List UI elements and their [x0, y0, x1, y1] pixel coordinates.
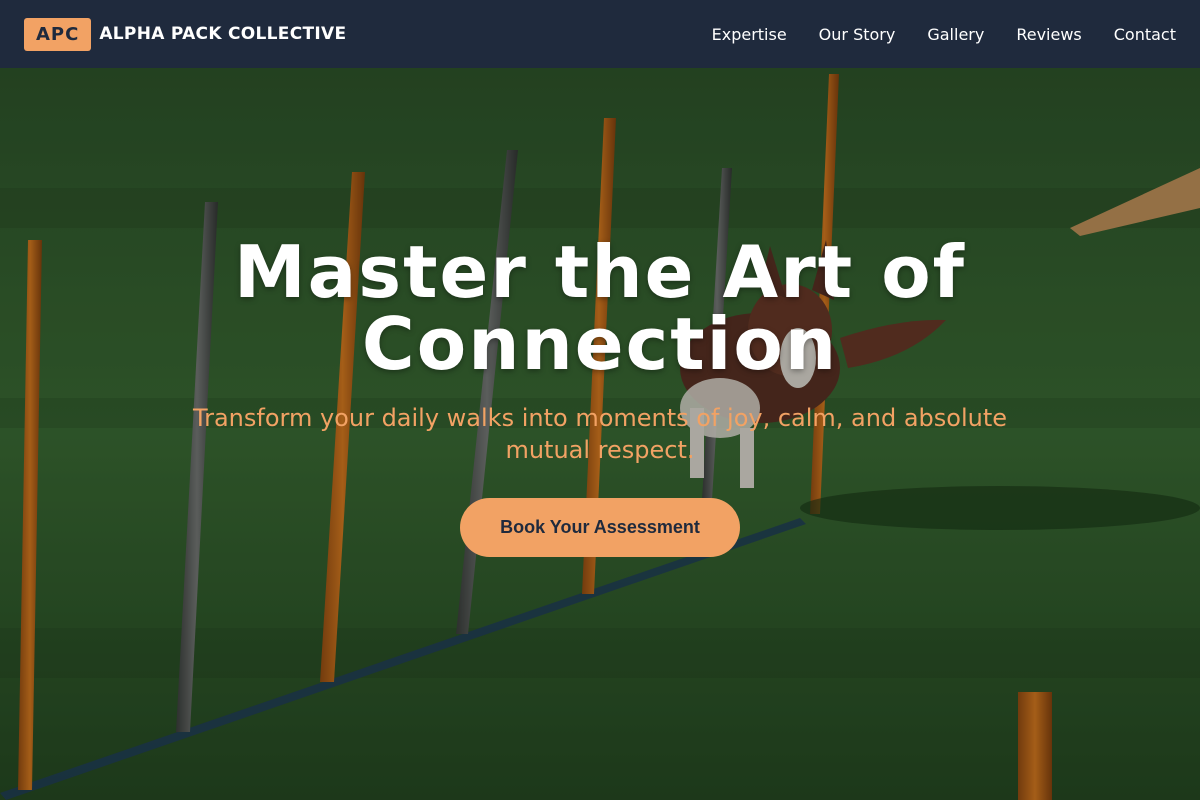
logo-badge[interactable]: APC	[24, 17, 92, 51]
nav-link-contact[interactable]: Contact	[1114, 25, 1176, 44]
nav-link-gallery[interactable]: Gallery	[927, 25, 984, 44]
nav-link-expertise[interactable]: Expertise	[712, 25, 787, 44]
hero-content: Master the Art of Connection Transform y…	[0, 236, 1200, 557]
hero-title: Master the Art of Connection	[234, 230, 966, 386]
hero-subtitle: Transform your daily walks into moments …	[192, 404, 1008, 464]
book-assessment-button[interactable]: Book Your Assessment	[460, 498, 740, 557]
nav-link-our-story[interactable]: Our Story	[819, 25, 896, 44]
hero-section: Master the Art of Connection Transform y…	[0, 68, 1200, 800]
brand-name[interactable]: ALPHA PACK COLLECTIVE	[99, 24, 346, 44]
nav-link-reviews[interactable]: Reviews	[1016, 25, 1081, 44]
nav-links: Expertise Our Story Gallery Reviews Cont…	[712, 25, 1176, 44]
brand[interactable]: APC ALPHA PACK COLLECTIVE	[24, 17, 346, 51]
top-navbar: APC ALPHA PACK COLLECTIVE Expertise Our …	[0, 0, 1200, 68]
